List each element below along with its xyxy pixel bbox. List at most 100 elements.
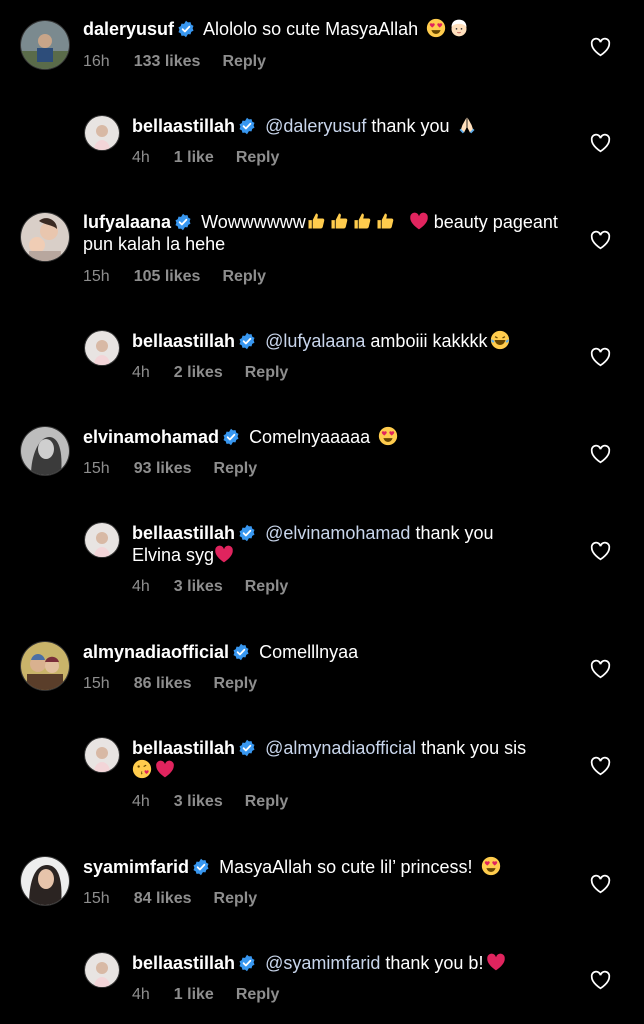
comment-time: 15h	[83, 268, 110, 285]
verified-badge-icon	[238, 332, 256, 350]
heart-eyes-emoji-icon	[426, 18, 446, 38]
like-heart-icon[interactable]	[590, 970, 611, 990]
reply-button[interactable]: Reply	[222, 268, 266, 285]
red-heart-emoji-icon	[409, 211, 429, 231]
comment-time: 4h	[132, 149, 150, 166]
comment-text: Comelllnyaa	[259, 642, 359, 662]
username[interactable]: bellaastillah	[132, 331, 235, 351]
avatar[interactable]	[84, 522, 120, 558]
thumbs-up-emoji-icon	[352, 211, 372, 231]
avatar[interactable]	[20, 426, 70, 476]
reply-button[interactable]: Reply	[245, 578, 289, 595]
reply-button[interactable]: Reply	[245, 793, 289, 810]
verified-badge-icon	[177, 20, 195, 38]
comment-text: MasyaAllah so cute lil’ princess!	[219, 857, 473, 877]
like-heart-icon[interactable]	[590, 659, 611, 679]
verified-badge-icon	[238, 739, 256, 757]
reply-button[interactable]: Reply	[236, 149, 280, 166]
comment-time: 4h	[132, 364, 150, 381]
heart-eyes-emoji-icon	[481, 856, 501, 876]
avatar[interactable]	[84, 952, 120, 988]
avatar[interactable]	[20, 20, 70, 70]
comment-text: amboiii kakkkk	[370, 331, 488, 351]
username[interactable]: daleryusuf	[83, 19, 174, 39]
avatar[interactable]	[20, 856, 70, 906]
username[interactable]: syamimfarid	[83, 857, 189, 877]
thumbs-up-emoji-icon	[306, 211, 326, 231]
comment-time: 16h	[83, 53, 110, 70]
comment-text: Comelnyaaaaa	[249, 427, 371, 447]
reply-button[interactable]: Reply	[214, 460, 258, 477]
comment-time: 4h	[132, 793, 150, 810]
mention-link[interactable]: @daleryusuf	[265, 116, 366, 136]
mention-link[interactable]: @almynadiaofficial	[265, 738, 416, 758]
like-heart-icon[interactable]	[590, 756, 611, 776]
likes-count[interactable]: 133 likes	[134, 53, 201, 70]
comment-text: thank you	[371, 116, 450, 136]
like-heart-icon[interactable]	[590, 874, 611, 894]
comment-text: thank you sis	[421, 738, 527, 758]
username[interactable]: bellaastillah	[132, 116, 235, 136]
comment-time: 15h	[83, 460, 110, 477]
likes-count[interactable]: 3 likes	[174, 578, 223, 595]
avatar[interactable]	[84, 330, 120, 366]
thumbs-up-emoji-icon	[375, 211, 395, 231]
red-heart-emoji-icon	[214, 544, 234, 564]
thumbs-up-emoji-icon	[329, 211, 349, 231]
avatar[interactable]	[84, 115, 120, 151]
username[interactable]: almynadiaofficial	[83, 642, 229, 662]
mention-link[interactable]: @syamimfarid	[265, 953, 380, 973]
verified-badge-icon	[222, 428, 240, 446]
comment-time: 4h	[132, 986, 150, 1003]
username[interactable]: bellaastillah	[132, 523, 235, 543]
comment-text: Alololo so cute MasyaAllah	[203, 19, 419, 39]
avatar[interactable]	[84, 737, 120, 773]
verified-badge-icon	[238, 117, 256, 135]
like-heart-icon[interactable]	[590, 230, 611, 250]
likes-count[interactable]: 1 like	[174, 986, 214, 1003]
likes-count[interactable]: 93 likes	[134, 460, 192, 477]
comment-text: thank you	[415, 523, 494, 543]
mention-link[interactable]: @lufyalaana	[265, 331, 365, 351]
reply-button[interactable]: Reply	[214, 890, 258, 907]
like-heart-icon[interactable]	[590, 37, 611, 57]
praying-hands-emoji-icon	[457, 115, 477, 135]
likes-count[interactable]: 3 likes	[174, 793, 223, 810]
username[interactable]: bellaastillah	[132, 953, 235, 973]
red-heart-emoji-icon	[486, 952, 506, 972]
username[interactable]: elvinamohamad	[83, 427, 219, 447]
username[interactable]: lufyalaana	[83, 212, 171, 232]
kissing-heart-emoji-icon	[132, 759, 152, 779]
mention-link[interactable]: @elvinamohamad	[265, 523, 410, 543]
reply-button[interactable]: Reply	[245, 364, 289, 381]
avatar[interactable]	[20, 641, 70, 691]
verified-badge-icon	[232, 643, 250, 661]
baby-emoji-icon	[449, 18, 469, 38]
tears-of-joy-emoji-icon	[490, 330, 510, 350]
likes-count[interactable]: 84 likes	[134, 890, 192, 907]
likes-count[interactable]: 105 likes	[134, 268, 201, 285]
heart-eyes-emoji-icon	[378, 426, 398, 446]
likes-count[interactable]: 1 like	[174, 149, 214, 166]
reply-button[interactable]: Reply	[214, 675, 258, 692]
avatar[interactable]	[20, 212, 70, 262]
comment-text: Wowwwwww	[201, 212, 306, 232]
like-heart-icon[interactable]	[590, 444, 611, 464]
verified-badge-icon	[174, 213, 192, 231]
comment-time: 4h	[132, 578, 150, 595]
like-heart-icon[interactable]	[590, 541, 611, 561]
comment-text: thank you b!	[385, 953, 484, 973]
reply-button[interactable]: Reply	[222, 53, 266, 70]
comment-text: Elvina syg	[132, 545, 215, 565]
like-heart-icon[interactable]	[590, 133, 611, 153]
username[interactable]: bellaastillah	[132, 738, 235, 758]
like-heart-icon[interactable]	[590, 347, 611, 367]
verified-badge-icon	[238, 524, 256, 542]
likes-count[interactable]: 2 likes	[174, 364, 223, 381]
red-heart-emoji-icon	[155, 759, 175, 779]
comment-time: 15h	[83, 890, 110, 907]
likes-count[interactable]: 86 likes	[134, 675, 192, 692]
reply-button[interactable]: Reply	[236, 986, 280, 1003]
comment-time: 15h	[83, 675, 110, 692]
verified-badge-icon	[192, 858, 210, 876]
